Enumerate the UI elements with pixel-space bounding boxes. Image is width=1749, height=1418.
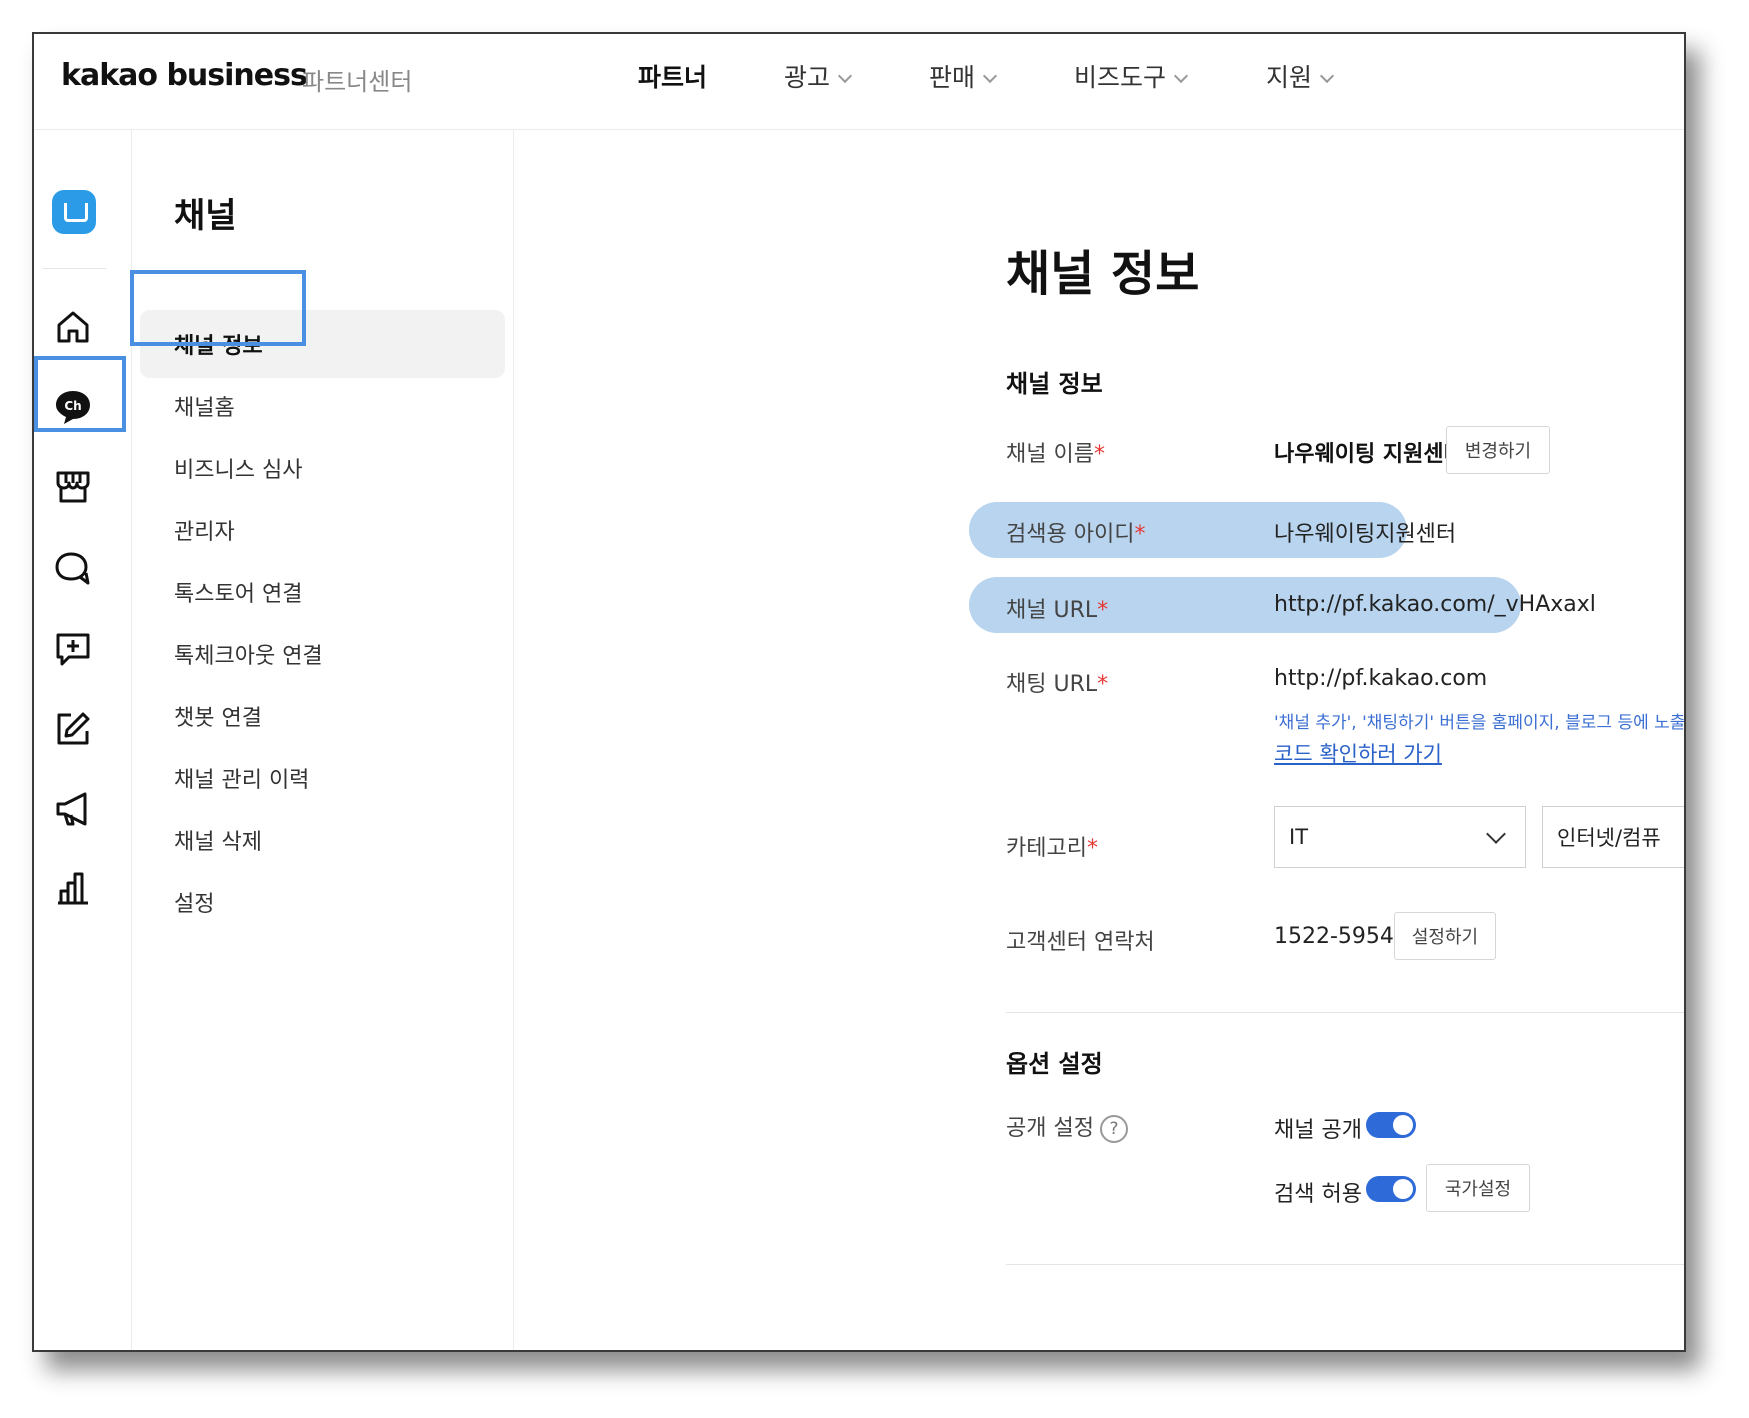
- chevron-down-icon: [1486, 824, 1506, 844]
- visibility-label-text: 공개 설정: [1006, 1116, 1094, 1141]
- channel-url-label-text: 채널 URL: [1006, 598, 1098, 623]
- support-contact-value: 1522-5954: [1274, 924, 1394, 949]
- submenu-item-chatbot[interactable]: 챗봇 연결: [174, 700, 262, 732]
- nav-support-label: 지원: [1266, 63, 1313, 92]
- message-add-icon[interactable]: [52, 628, 94, 670]
- subcategory-select-value: 인터넷/컴퓨: [1557, 826, 1661, 850]
- required-mark: *: [1097, 598, 1109, 623]
- section-divider: [1006, 1264, 1684, 1265]
- category-select[interactable]: IT: [1274, 806, 1526, 868]
- section-title-options: 옵션 설정: [1006, 1050, 1103, 1078]
- chevron-down-icon: [1173, 68, 1189, 84]
- submenu-item-settings[interactable]: 설정: [174, 886, 214, 918]
- nav-biz-tools[interactable]: 비즈도구: [1074, 58, 1189, 94]
- submenu-item-business-review[interactable]: 비즈니스 심사: [174, 452, 302, 484]
- nav-sales-label: 판매: [929, 63, 976, 92]
- country-settings-button[interactable]: 국가설정: [1426, 1164, 1530, 1212]
- submenu-item-talkcheckout[interactable]: 톡체크아웃 연결: [174, 638, 323, 670]
- nav-support[interactable]: 지원: [1266, 58, 1335, 94]
- edit-icon[interactable]: [52, 708, 94, 750]
- channel-name-label: 채널 이름*: [1006, 436, 1105, 468]
- support-contact-label: 고객센터 연락처: [1006, 930, 1155, 955]
- chat-url-note: '채널 추가', '채팅하기' 버튼을 홈페이지, 블로그 등에 노출: [1274, 713, 1686, 733]
- channel-public-label: 채널 공개: [1274, 1118, 1362, 1143]
- search-id-label: 검색용 아이디*: [1006, 516, 1145, 548]
- category-select-value: IT: [1289, 825, 1309, 849]
- channel-public-toggle[interactable]: [1366, 1112, 1416, 1138]
- megaphone-icon[interactable]: [52, 788, 94, 830]
- chevron-down-icon: [1319, 68, 1335, 84]
- submenu-item-channel-home[interactable]: 채널홈: [174, 390, 235, 422]
- chat-url-value: http://pf.kakao.com: [1274, 666, 1488, 691]
- search-id-label-text: 검색용 아이디: [1006, 522, 1135, 547]
- category-label-text: 카테고리: [1006, 836, 1087, 861]
- search-allow-toggle[interactable]: [1366, 1176, 1416, 1202]
- page-title: 채널 정보: [1006, 246, 1200, 302]
- help-icon[interactable]: ?: [1099, 1115, 1128, 1143]
- required-mark: *: [1093, 442, 1105, 467]
- workspace-logo-icon[interactable]: [52, 190, 96, 234]
- channel-name-label-text: 채널 이름: [1006, 442, 1094, 467]
- required-mark: *: [1086, 836, 1098, 861]
- channel-name-value: 나우웨이팅 지원센터: [1274, 442, 1464, 467]
- submenu-title: 채널: [174, 196, 237, 236]
- code-check-link[interactable]: 코드 확인하러 가기: [1274, 738, 1442, 768]
- chevron-down-icon: [837, 68, 853, 84]
- subcategory-select[interactable]: 인터넷/컴퓨: [1542, 806, 1684, 868]
- chevron-down-icon: [982, 68, 998, 84]
- chat-url-label-text: 채팅 URL: [1006, 672, 1098, 697]
- section-title-channel-info: 채널 정보: [1006, 370, 1103, 398]
- nav-ads-label: 광고: [784, 63, 831, 92]
- store-icon[interactable]: [52, 466, 94, 508]
- highlight-box-channel-icon: [34, 356, 126, 432]
- main-content: 채널 정보 채널 정보 채널 이름* 나우웨이팅 지원센터 변경하기 검색용 아…: [514, 130, 1686, 1350]
- top-header: kakao business 파트너센터 파트너 광고 판매 비즈도구 지원: [34, 34, 1684, 130]
- submenu-item-history[interactable]: 채널 관리 이력: [174, 762, 309, 794]
- search-allow-label: 검색 허용: [1274, 1182, 1362, 1207]
- nav-partner-label: 파트너: [638, 63, 708, 92]
- required-mark: *: [1134, 522, 1146, 547]
- visibility-label: 공개 설정?: [1006, 1110, 1128, 1143]
- nav-sales[interactable]: 판매: [929, 58, 998, 94]
- submenu-item-delete[interactable]: 채널 삭제: [174, 824, 262, 856]
- partner-center-label: 파트너센터: [302, 68, 413, 96]
- home-icon[interactable]: [52, 306, 94, 348]
- chat-icon[interactable]: [52, 548, 94, 590]
- nav-biz-tools-label: 비즈도구: [1074, 63, 1167, 92]
- section-divider: [1006, 1012, 1684, 1013]
- icon-rail: Ch: [34, 130, 132, 1350]
- stats-icon[interactable]: [52, 868, 94, 910]
- highlight-box-channel-info: [130, 270, 306, 346]
- chat-url-label: 채팅 URL*: [1006, 666, 1108, 698]
- rail-divider: [42, 268, 106, 269]
- submenu-item-talkstore[interactable]: 톡스토어 연결: [174, 576, 302, 608]
- kakao-business-logo[interactable]: kakao business: [61, 58, 308, 93]
- channel-url-value: http://pf.kakao.com/_vHAxaxl: [1274, 592, 1596, 617]
- category-label: 카테고리*: [1006, 830, 1098, 862]
- submenu-item-admin[interactable]: 관리자: [174, 514, 235, 546]
- set-contact-button[interactable]: 설정하기: [1394, 912, 1496, 960]
- nav-ads[interactable]: 광고: [784, 58, 853, 94]
- nav-partner[interactable]: 파트너: [638, 58, 707, 94]
- required-mark: *: [1097, 672, 1109, 697]
- change-name-button[interactable]: 변경하기: [1446, 426, 1550, 474]
- channel-url-label: 채널 URL*: [1006, 592, 1108, 624]
- search-id-value: 나우웨이팅지원센터: [1274, 522, 1457, 547]
- app-window: kakao business 파트너센터 파트너 광고 판매 비즈도구 지원 C…: [32, 32, 1686, 1352]
